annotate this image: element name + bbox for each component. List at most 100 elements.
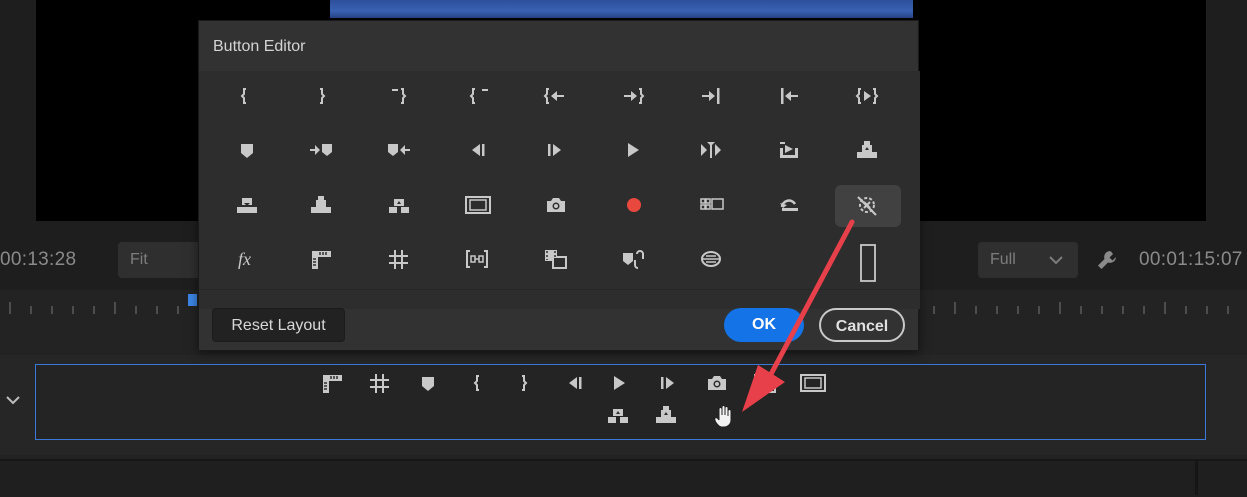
- svg-text:fx: fx: [238, 249, 251, 269]
- button-editor-cell[interactable]: [289, 239, 355, 281]
- button-editor-cell[interactable]: [445, 185, 511, 227]
- button-editor-cell[interactable]: [523, 185, 589, 227]
- ok-button[interactable]: OK: [724, 308, 804, 342]
- marker-link-icon: [623, 250, 644, 269]
- button-editor-cell[interactable]: [289, 76, 355, 118]
- button-editor-cell[interactable]: [289, 185, 355, 227]
- cancel-button[interactable]: Cancel: [819, 308, 905, 342]
- button-editor-cell[interactable]: [367, 185, 433, 227]
- clear-out-icon: [469, 88, 488, 104]
- button-editor-cell[interactable]: [523, 130, 589, 172]
- global-fx-mute-icon: [857, 196, 877, 216]
- mark-out-icon: [320, 88, 326, 104]
- button-editor-cell[interactable]: [601, 185, 667, 227]
- snap-in-program-icon: [466, 250, 488, 268]
- mark-in-icon: [240, 88, 246, 104]
- button-editor-cell[interactable]: [757, 76, 823, 118]
- clear-in-icon: [392, 88, 407, 104]
- record-icon: [627, 198, 641, 212]
- button-editor-cell[interactable]: [835, 239, 901, 282]
- button-editor-cell[interactable]: [757, 185, 823, 227]
- step-forward-icon: [548, 144, 561, 156]
- button-editor-cell[interactable]: [523, 76, 589, 118]
- loop-icon: [780, 199, 798, 211]
- button-grid: fx: [199, 71, 920, 309]
- mark-in-icon[interactable]: [468, 372, 494, 396]
- dialog-title: Button Editor: [213, 38, 306, 55]
- insert-icon: [237, 198, 257, 213]
- button-editor-cell[interactable]: [367, 239, 433, 281]
- zoom-level-dropdown[interactable]: Fit: [118, 242, 204, 278]
- safe-margins-icon[interactable]: [800, 372, 826, 396]
- play-in-to-out-icon: [855, 88, 879, 104]
- button-editor-cell[interactable]: [679, 130, 745, 172]
- button-editor-cell[interactable]: [445, 239, 511, 281]
- button-editor-cell[interactable]: [679, 185, 745, 227]
- extract-icon: [389, 199, 409, 213]
- show-guides-icon: [389, 250, 408, 269]
- button-editor-cell[interactable]: [835, 185, 901, 227]
- button-editor-cell[interactable]: [835, 130, 901, 172]
- compare-view-icon[interactable]: [752, 372, 778, 396]
- button-editor-cell[interactable]: [445, 76, 511, 118]
- add-marker-icon[interactable]: [416, 372, 442, 396]
- go-to-previous-marker-icon: [388, 144, 410, 156]
- chevron-down-icon[interactable]: [4, 391, 22, 409]
- resolution-dropdown[interactable]: Full: [978, 242, 1078, 278]
- button-editor-cell[interactable]: [601, 76, 667, 118]
- export-frame-out-icon: [780, 142, 798, 158]
- button-editor-cell[interactable]: [367, 130, 433, 172]
- button-editor-cell[interactable]: [679, 239, 745, 281]
- show-rulers-icon[interactable]: [320, 372, 346, 396]
- lift-icon: [857, 141, 877, 158]
- play-icon: [628, 143, 639, 157]
- step-forward-icon[interactable]: [656, 372, 682, 396]
- add-marker-icon: [241, 144, 253, 158]
- button-editor-cell[interactable]: [523, 239, 589, 281]
- multi-camera-icon: [700, 198, 724, 210]
- button-editor-cell[interactable]: [679, 76, 745, 118]
- go-to-out-icon: [624, 88, 645, 104]
- go-to-in-icon: [543, 88, 564, 104]
- mark-out-icon[interactable]: [511, 372, 537, 396]
- button-editor-cell[interactable]: [215, 185, 281, 227]
- button-editor-cell[interactable]: [289, 130, 355, 172]
- wrench-icon[interactable]: [1096, 249, 1118, 271]
- show-rulers-icon: [312, 251, 331, 269]
- shuttle-icon: [701, 142, 721, 158]
- camera-icon[interactable]: [704, 372, 730, 396]
- button-editor-cell[interactable]: [445, 130, 511, 172]
- button-editor-dialog: Button Editor fx Reset Layout OK Cancel: [198, 20, 920, 351]
- button-editor-cell[interactable]: [367, 76, 433, 118]
- video-preview: [330, 0, 913, 18]
- button-editor-cell[interactable]: [601, 130, 667, 172]
- extract-icon[interactable]: [606, 404, 632, 428]
- button-editor-cell[interactable]: [215, 76, 281, 118]
- zoom-level-value: Fit: [130, 251, 148, 268]
- play-icon[interactable]: [607, 372, 633, 396]
- spacer-icon: [860, 244, 876, 282]
- button-editor-cell[interactable]: [757, 130, 823, 172]
- button-editor-cell[interactable]: [835, 76, 901, 118]
- timeline-panel-header: [0, 459, 1247, 497]
- go-to-in-point-icon: [781, 88, 798, 104]
- button-editor-cell[interactable]: fx: [215, 239, 281, 281]
- hand-cursor-icon: [712, 404, 738, 428]
- compare-view-icon: [545, 250, 567, 269]
- go-to-next-marker-icon: [310, 144, 332, 156]
- lift-icon[interactable]: [654, 404, 680, 428]
- overwrite-icon: [311, 196, 331, 213]
- safe-margins-icon: [465, 196, 491, 214]
- fx-icon: fx: [238, 249, 251, 269]
- panel-divider[interactable]: [1195, 461, 1198, 495]
- show-guides-icon[interactable]: [368, 372, 394, 396]
- resolution-value: Full: [990, 251, 1016, 268]
- step-back-icon: [472, 144, 485, 156]
- button-editor-cell[interactable]: [601, 239, 667, 281]
- button-editor-cell[interactable]: [215, 130, 281, 172]
- step-back-icon[interactable]: [562, 372, 588, 396]
- camera-icon: [547, 198, 565, 212]
- reset-layout-button[interactable]: Reset Layout: [212, 308, 345, 342]
- chevron-down-icon: [1048, 242, 1064, 292]
- current-timecode[interactable]: 00:13:28: [0, 249, 76, 271]
